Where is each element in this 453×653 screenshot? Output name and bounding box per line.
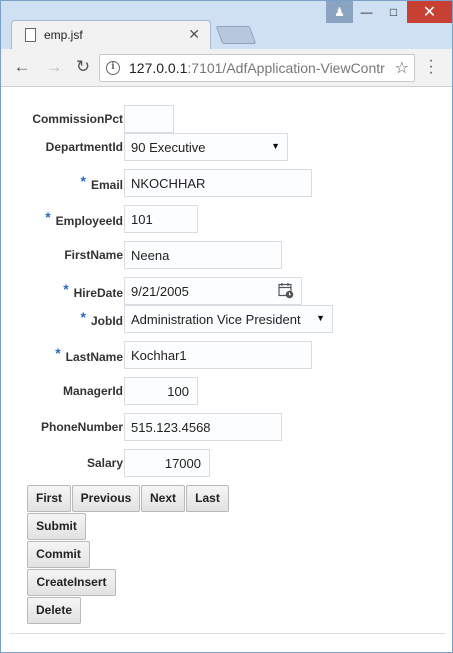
commission-pct-input[interactable] (124, 105, 174, 133)
last-name-label-text: LastName (65, 350, 123, 364)
manager-id-input[interactable]: 100 (124, 377, 198, 405)
email-label: * Email (80, 173, 123, 192)
employee-id-input[interactable]: 101 (124, 205, 198, 233)
required-mark: * (80, 173, 86, 189)
kebab-menu-icon[interactable]: · · · (423, 53, 439, 81)
row-job-id: * JobId Administration Vice President ▼ (9, 305, 445, 333)
salary-input[interactable]: 17000 (124, 449, 210, 477)
job-id-value: Administration Vice President (131, 312, 301, 327)
row-manager-id: ManagerId 100 (9, 377, 445, 405)
caret-down-icon: ▼ (316, 313, 325, 323)
employee-id-label-text: EmployeeId (55, 214, 123, 228)
first-button[interactable]: First (27, 485, 71, 512)
job-id-label: * JobId (80, 309, 123, 328)
department-id-select[interactable]: 90 Executive ▼ (124, 133, 288, 161)
row-employee-id: * EmployeeId 101 (9, 205, 445, 233)
calendar-icon[interactable] (278, 282, 294, 299)
row-hire-date: * HireDate 9/21/2005 (9, 277, 445, 305)
tab-title: emp.jsf (44, 28, 83, 42)
maximize-icon[interactable]: □ (380, 1, 407, 23)
info-icon[interactable]: i (106, 61, 120, 75)
url-path: :7101/AdfApplication-ViewContr (187, 60, 385, 76)
window-controls: ♟ — □ ✕ (326, 1, 452, 23)
first-name-label: FirstName (64, 248, 123, 262)
row-last-name: * LastName Kochhar1 (9, 341, 445, 369)
browser-toolbar: ← → ↻ i 127.0.0.1:7101/AdfApplication-Vi… (1, 49, 452, 87)
minimize-icon[interactable]: — (353, 1, 380, 23)
required-mark: * (45, 209, 51, 225)
email-input[interactable]: NKOCHHAR (124, 169, 312, 197)
required-mark: * (55, 345, 61, 361)
url-text: 127.0.0.1:7101/AdfApplication-ViewContr (129, 60, 385, 76)
browser-window: ♟ — □ ✕ emp.jsf ✕ ← → ↻ i 127.0.0.1:7101… (0, 0, 453, 653)
reload-icon[interactable]: ↻ (72, 57, 94, 77)
row-salary: Salary 17000 (9, 449, 445, 477)
new-tab-button[interactable] (215, 26, 257, 44)
url-host: 127.0.0.1 (129, 60, 188, 76)
job-id-label-text: JobId (91, 314, 123, 328)
department-id-value: 90 Executive (131, 140, 206, 155)
hire-date-label-text: HireDate (73, 286, 123, 300)
required-mark: * (80, 309, 86, 325)
page-content: CommissionPct DepartmentId 90 Executive … (9, 88, 445, 634)
browser-tab[interactable]: emp.jsf ✕ (11, 20, 211, 49)
row-email: * Email NKOCHHAR (9, 169, 445, 197)
row-phone-number: PhoneNumber 515.123.4568 (9, 413, 445, 441)
commit-button[interactable]: Commit (27, 541, 90, 568)
address-bar[interactable]: i 127.0.0.1:7101/AdfApplication-ViewCont… (99, 54, 415, 82)
tab-close-icon[interactable]: ✕ (188, 26, 200, 43)
manager-id-label: ManagerId (62, 384, 123, 398)
department-id-label: DepartmentId (45, 140, 123, 154)
document-icon (25, 28, 36, 42)
row-department-id: DepartmentId 90 Executive ▼ (9, 133, 445, 161)
phone-number-label: PhoneNumber (40, 420, 123, 434)
delete-button[interactable]: Delete (27, 597, 81, 624)
last-button[interactable]: Last (186, 485, 229, 512)
caret-down-icon: ▼ (271, 141, 280, 151)
job-id-select[interactable]: Administration Vice President ▼ (124, 305, 333, 333)
first-name-input[interactable]: Neena (124, 241, 282, 269)
salary-label: Salary (86, 456, 123, 470)
arrow-right-icon[interactable]: → (43, 57, 65, 77)
hire-date-value: 9/21/2005 (131, 284, 189, 299)
email-label-text: Email (90, 178, 123, 192)
row-commission-pct: CommissionPct (9, 105, 445, 133)
close-window-icon[interactable]: ✕ (407, 1, 452, 23)
last-name-input[interactable]: Kochhar1 (124, 341, 312, 369)
row-first-name: FirstName Neena (9, 241, 445, 269)
required-mark: * (63, 281, 69, 297)
employee-id-label: * EmployeeId (45, 209, 123, 228)
star-icon[interactable]: ☆ (395, 58, 409, 78)
hire-date-input[interactable]: 9/21/2005 (124, 277, 302, 305)
arrow-left-icon[interactable]: ← (11, 57, 33, 77)
title-bar: ♟ — □ ✕ emp.jsf ✕ (1, 1, 452, 49)
hire-date-label: * HireDate (63, 281, 123, 300)
commission-pct-label: CommissionPct (32, 112, 123, 126)
submit-button[interactable]: Submit (27, 513, 86, 540)
phone-number-input[interactable]: 515.123.4568 (124, 413, 282, 441)
previous-button[interactable]: Previous (72, 485, 140, 512)
last-name-label: * LastName (55, 345, 123, 364)
create-insert-button[interactable]: CreateInsert (27, 569, 116, 596)
user-profile-icon[interactable]: ♟ (326, 1, 353, 23)
next-button[interactable]: Next (141, 485, 185, 512)
